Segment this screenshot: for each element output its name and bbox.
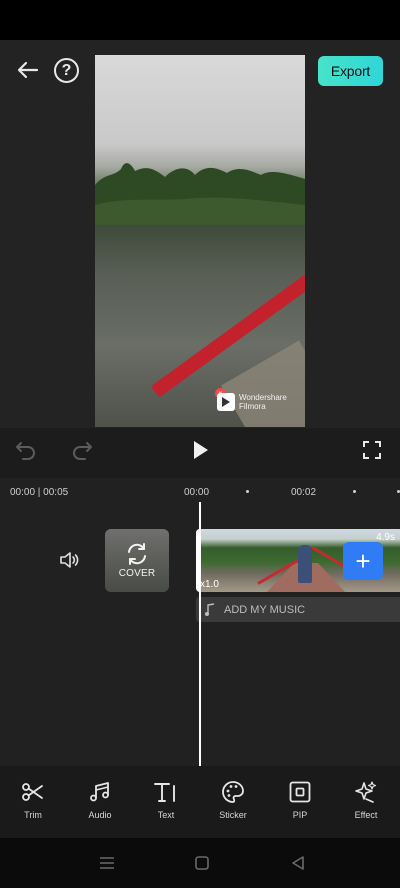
- play-button[interactable]: [188, 438, 212, 462]
- playhead[interactable]: [199, 502, 201, 766]
- toolbar-item-text[interactable]: Text: [138, 780, 194, 820]
- filmora-logo-icon: [217, 393, 235, 411]
- recents-button[interactable]: [96, 852, 118, 874]
- toolbar-label: Sticker: [219, 810, 247, 820]
- text-icon: [154, 783, 175, 802]
- toolbar-item-pip[interactable]: PIP: [272, 780, 328, 820]
- timeline-tick: 00:02: [291, 487, 317, 498]
- square-home-icon: [195, 856, 209, 870]
- watermark-text: Wondershare Filmora: [239, 393, 287, 411]
- toolbar-item-sticker[interactable]: Sticker: [205, 780, 261, 820]
- toolbar-label: Audio: [88, 810, 112, 820]
- video-preview[interactable]: × Wondershare Filmora: [95, 55, 305, 427]
- redo-button[interactable]: [70, 438, 94, 462]
- add-music-label: ADD MY MUSIC: [224, 603, 306, 616]
- triangle-back-icon: [292, 856, 304, 870]
- clip-speed: x1.0: [200, 579, 219, 590]
- add-music-track[interactable]: ADD MY MUSIC: [196, 597, 400, 622]
- status-bar: [0, 0, 400, 40]
- music-note-icon: [205, 602, 215, 616]
- play-icon: [194, 441, 208, 459]
- cover-thumbnail[interactable]: COVER: [105, 529, 169, 592]
- palette-icon: [222, 781, 244, 803]
- back-button[interactable]: [14, 56, 42, 84]
- scissors-icon: [22, 783, 43, 801]
- nav-back-button[interactable]: [287, 852, 309, 874]
- timeline-dot: [246, 490, 249, 493]
- mute-button[interactable]: [58, 549, 80, 571]
- watermark[interactable]: Wondershare Filmora: [217, 393, 287, 411]
- pip-icon: [289, 781, 311, 803]
- treeline-graphic: [95, 163, 305, 235]
- time-readout: 00:00 | 00:05: [10, 487, 69, 498]
- toolbar-label: Text: [157, 810, 175, 820]
- toolbar-item-audio[interactable]: Audio: [72, 780, 128, 820]
- toolbar-item-trim[interactable]: Trim: [5, 780, 61, 820]
- back-arrow-icon: [17, 61, 39, 79]
- fullscreen-button[interactable]: [360, 438, 384, 462]
- cover-label: COVER: [118, 568, 156, 579]
- toolbar-label: Effect: [354, 810, 378, 820]
- timeline-dot: [353, 490, 356, 493]
- sparkle-icon: [355, 781, 377, 803]
- speaker-icon: [60, 552, 79, 568]
- timeline-tick: 00:00: [184, 487, 210, 498]
- add-clip-button[interactable]: +: [343, 542, 383, 580]
- undo-button[interactable]: [14, 438, 38, 462]
- clip-person: [298, 545, 312, 583]
- toolbar-label: PIP: [292, 810, 308, 820]
- export-button[interactable]: Export: [318, 56, 383, 86]
- undo-icon: [16, 442, 35, 460]
- menu-lines-icon: [100, 857, 114, 869]
- redo-icon: [73, 442, 92, 460]
- fullscreen-icon: [363, 441, 381, 459]
- help-button[interactable]: ?: [54, 58, 79, 83]
- toolbar-item-effect[interactable]: Effect: [338, 780, 394, 820]
- refresh-icon: [128, 543, 146, 565]
- toolbar-label: Trim: [24, 810, 42, 820]
- music-notes-icon: [90, 782, 109, 802]
- home-button[interactable]: [191, 852, 213, 874]
